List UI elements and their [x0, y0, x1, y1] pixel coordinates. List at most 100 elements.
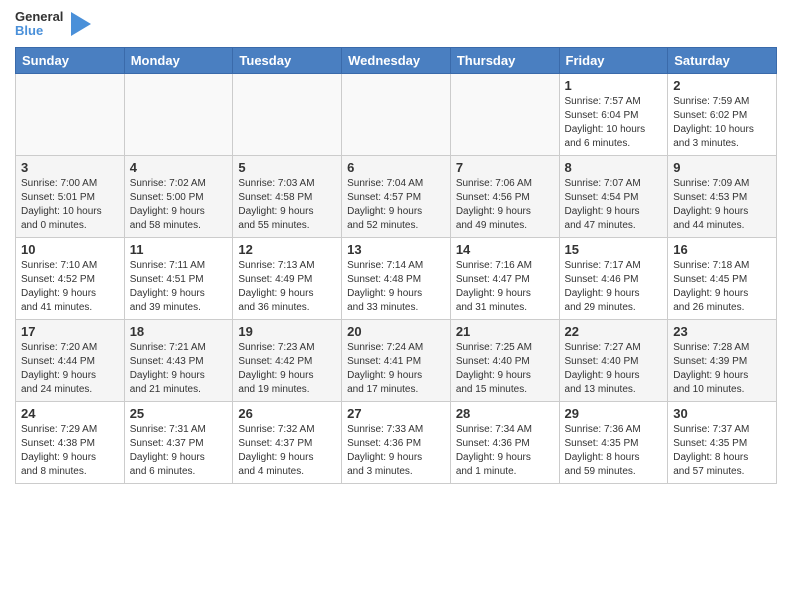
weekday-header: Saturday: [668, 47, 777, 73]
calendar-cell: [342, 73, 451, 155]
day-number: 19: [238, 324, 336, 339]
calendar-cell: [233, 73, 342, 155]
day-number: 1: [565, 78, 663, 93]
page-container: General Blue SundayMondayTuesdayWednesda…: [0, 0, 792, 494]
day-info: Sunrise: 7:13 AM Sunset: 4:49 PM Dayligh…: [238, 259, 336, 315]
day-info: Sunrise: 7:27 AM Sunset: 4:40 PM Dayligh…: [565, 341, 663, 397]
day-info: Sunrise: 7:06 AM Sunset: 4:56 PM Dayligh…: [456, 177, 554, 233]
calendar-cell: 22Sunrise: 7:27 AM Sunset: 4:40 PM Dayli…: [559, 319, 668, 401]
day-number: 28: [456, 406, 554, 421]
day-info: Sunrise: 7:00 AM Sunset: 5:01 PM Dayligh…: [21, 177, 119, 233]
day-number: 17: [21, 324, 119, 339]
calendar-cell: 6 Sunrise: 7:04 AM Sunset: 4:57 PM Daylig…: [342, 155, 451, 237]
day-info: Sunrise: 7:14 AM Sunset: 4:48 PM Dayligh…: [347, 259, 445, 315]
day-number: 26: [238, 406, 336, 421]
calendar-cell: 20Sunrise: 7:24 AM Sunset: 4:41 PM Dayli…: [342, 319, 451, 401]
calendar-cell: 15 Sunrise: 7:17 AM Sunset: 4:46 PM Dayli…: [559, 237, 668, 319]
logo-blue-text: Blue: [15, 24, 63, 38]
day-info: Sunrise: 7:23 AM Sunset: 4:42 PM Dayligh…: [238, 341, 336, 397]
day-info: Sunrise: 7:25 AM Sunset: 4:40 PM Dayligh…: [456, 341, 554, 397]
day-number: 4: [130, 160, 228, 175]
day-number: 10: [21, 242, 119, 257]
calendar-week-row: 1 Sunrise: 7:57 AM Sunset: 6:04 PM Daylig…: [16, 73, 777, 155]
day-number: 20: [347, 324, 445, 339]
day-number: 15: [565, 242, 663, 257]
calendar-cell: [124, 73, 233, 155]
calendar-cell: [450, 73, 559, 155]
weekday-header: Sunday: [16, 47, 125, 73]
day-info: Sunrise: 7:07 AM Sunset: 4:54 PM Dayligh…: [565, 177, 663, 233]
calendar-cell: 26 Sunrise: 7:32 AM Sunset: 4:37 PM Dayli…: [233, 401, 342, 483]
calendar-week-row: 3 Sunrise: 7:00 AM Sunset: 5:01 PM Daylig…: [16, 155, 777, 237]
day-info: Sunrise: 7:57 AM Sunset: 6:04 PM Dayligh…: [565, 95, 663, 151]
calendar-cell: [16, 73, 125, 155]
day-info: Sunrise: 7:17 AM Sunset: 4:46 PM Dayligh…: [565, 259, 663, 315]
header: General Blue: [15, 10, 777, 39]
day-info: Sunrise: 7:29 AM Sunset: 4:38 PM Dayligh…: [21, 423, 119, 479]
day-number: 21: [456, 324, 554, 339]
weekday-header: Wednesday: [342, 47, 451, 73]
day-number: 18: [130, 324, 228, 339]
day-info: Sunrise: 7:31 AM Sunset: 4:37 PM Dayligh…: [130, 423, 228, 479]
day-number: 8: [565, 160, 663, 175]
calendar-cell: 3 Sunrise: 7:00 AM Sunset: 5:01 PM Daylig…: [16, 155, 125, 237]
calendar-cell: 8 Sunrise: 7:07 AM Sunset: 4:54 PM Daylig…: [559, 155, 668, 237]
day-number: 6: [347, 160, 445, 175]
day-info: Sunrise: 7:28 AM Sunset: 4:39 PM Dayligh…: [673, 341, 771, 397]
day-info: Sunrise: 7:11 AM Sunset: 4:51 PM Dayligh…: [130, 259, 228, 315]
calendar-cell: 5Sunrise: 7:03 AM Sunset: 4:58 PM Daylig…: [233, 155, 342, 237]
day-number: 3: [21, 160, 119, 175]
day-info: Sunrise: 7:59 AM Sunset: 6:02 PM Dayligh…: [673, 95, 771, 151]
calendar-cell: 13Sunrise: 7:14 AM Sunset: 4:48 PM Dayli…: [342, 237, 451, 319]
calendar-cell: 18 Sunrise: 7:21 AM Sunset: 4:43 PM Dayli…: [124, 319, 233, 401]
day-number: 14: [456, 242, 554, 257]
calendar-cell: 30 Sunrise: 7:37 AM Sunset: 4:35 PM Dayli…: [668, 401, 777, 483]
calendar-cell: 29 Sunrise: 7:36 AM Sunset: 4:35 PM Dayli…: [559, 401, 668, 483]
calendar-week-row: 17Sunrise: 7:20 AM Sunset: 4:44 PM Dayli…: [16, 319, 777, 401]
day-number: 24: [21, 406, 119, 421]
day-info: Sunrise: 7:33 AM Sunset: 4:36 PM Dayligh…: [347, 423, 445, 479]
weekday-header: Thursday: [450, 47, 559, 73]
calendar-cell: 28 Sunrise: 7:34 AM Sunset: 4:36 PM Dayli…: [450, 401, 559, 483]
calendar-cell: 1 Sunrise: 7:57 AM Sunset: 6:04 PM Daylig…: [559, 73, 668, 155]
weekday-header: Friday: [559, 47, 668, 73]
day-number: 9: [673, 160, 771, 175]
day-number: 30: [673, 406, 771, 421]
day-number: 25: [130, 406, 228, 421]
calendar-week-row: 10 Sunrise: 7:10 AM Sunset: 4:52 PM Dayli…: [16, 237, 777, 319]
day-info: Sunrise: 7:34 AM Sunset: 4:36 PM Dayligh…: [456, 423, 554, 479]
weekday-header: Monday: [124, 47, 233, 73]
calendar-cell: 25 Sunrise: 7:31 AM Sunset: 4:37 PM Dayli…: [124, 401, 233, 483]
logo-arrow-icon: [71, 12, 91, 36]
calendar-cell: 24 Sunrise: 7:29 AM Sunset: 4:38 PM Dayli…: [16, 401, 125, 483]
calendar-cell: 7Sunrise: 7:06 AM Sunset: 4:56 PM Daylig…: [450, 155, 559, 237]
calendar-table: SundayMondayTuesdayWednesdayThursdayFrid…: [15, 47, 777, 484]
calendar-cell: 19 Sunrise: 7:23 AM Sunset: 4:42 PM Dayli…: [233, 319, 342, 401]
day-info: Sunrise: 7:36 AM Sunset: 4:35 PM Dayligh…: [565, 423, 663, 479]
day-number: 16: [673, 242, 771, 257]
calendar-week-row: 24 Sunrise: 7:29 AM Sunset: 4:38 PM Dayli…: [16, 401, 777, 483]
calendar-cell: 17Sunrise: 7:20 AM Sunset: 4:44 PM Dayli…: [16, 319, 125, 401]
day-number: 12: [238, 242, 336, 257]
day-info: Sunrise: 7:32 AM Sunset: 4:37 PM Dayligh…: [238, 423, 336, 479]
day-info: Sunrise: 7:10 AM Sunset: 4:52 PM Dayligh…: [21, 259, 119, 315]
calendar-cell: 2 Sunrise: 7:59 AM Sunset: 6:02 PM Daylig…: [668, 73, 777, 155]
day-info: Sunrise: 7:37 AM Sunset: 4:35 PM Dayligh…: [673, 423, 771, 479]
calendar-cell: 16 Sunrise: 7:18 AM Sunset: 4:45 PM Dayli…: [668, 237, 777, 319]
day-info: Sunrise: 7:03 AM Sunset: 4:58 PM Dayligh…: [238, 177, 336, 233]
calendar-cell: 9Sunrise: 7:09 AM Sunset: 4:53 PM Daylig…: [668, 155, 777, 237]
weekday-header: Tuesday: [233, 47, 342, 73]
calendar-cell: 14 Sunrise: 7:16 AM Sunset: 4:47 PM Dayli…: [450, 237, 559, 319]
day-number: 2: [673, 78, 771, 93]
calendar-cell: 10 Sunrise: 7:10 AM Sunset: 4:52 PM Dayli…: [16, 237, 125, 319]
calendar-cell: 11Sunrise: 7:11 AM Sunset: 4:51 PM Dayli…: [124, 237, 233, 319]
day-info: Sunrise: 7:18 AM Sunset: 4:45 PM Dayligh…: [673, 259, 771, 315]
calendar-cell: 27Sunrise: 7:33 AM Sunset: 4:36 PM Dayli…: [342, 401, 451, 483]
calendar-cell: 4Sunrise: 7:02 AM Sunset: 5:00 PM Daylig…: [124, 155, 233, 237]
day-number: 29: [565, 406, 663, 421]
day-number: 23: [673, 324, 771, 339]
day-info: Sunrise: 7:16 AM Sunset: 4:47 PM Dayligh…: [456, 259, 554, 315]
calendar-cell: 23 Sunrise: 7:28 AM Sunset: 4:39 PM Dayli…: [668, 319, 777, 401]
day-info: Sunrise: 7:04 AM Sunset: 4:57 PM Dayligh…: [347, 177, 445, 233]
day-info: Sunrise: 7:21 AM Sunset: 4:43 PM Dayligh…: [130, 341, 228, 397]
